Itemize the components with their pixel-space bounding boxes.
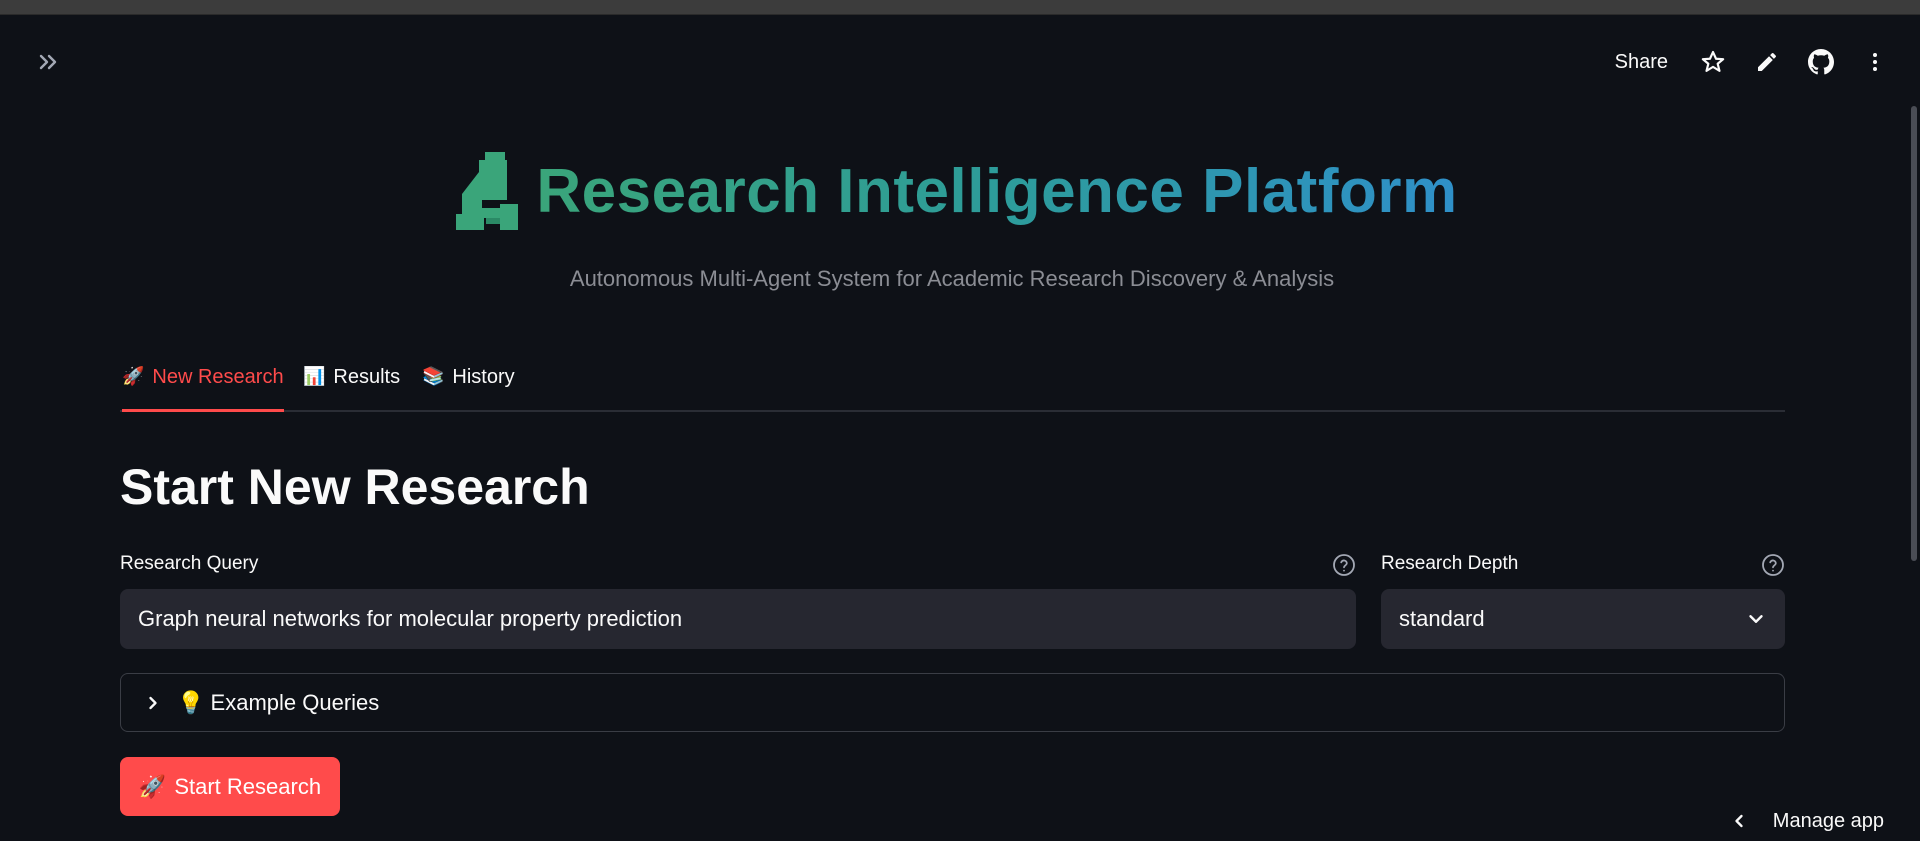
tab-new-research[interactable]: 🚀 New Research	[122, 366, 284, 412]
tab-bar: 🚀 New Research 📊 Results 📚 History	[120, 358, 1785, 412]
section-heading: Start New Research	[120, 459, 590, 515]
expander-text: Example Queries	[210, 689, 380, 715]
tab-label: Results	[333, 366, 401, 388]
start-research-button[interactable]: 🚀 Start Research	[120, 757, 340, 816]
chevron-right-icon	[149, 696, 157, 709]
tab-label: New Research	[152, 366, 284, 388]
research-query-input[interactable]	[120, 589, 1356, 649]
app-subtitle: Autonomous Multi-Agent System for Academ…	[569, 266, 1335, 291]
main-menu-button[interactable]	[1860, 47, 1890, 77]
star-icon	[1701, 50, 1725, 72]
chevron-left-icon	[1735, 814, 1743, 828]
start-research-label: Start Research	[174, 773, 322, 799]
query-label: Research Query	[120, 553, 259, 574]
research-depth-select[interactable]: standard	[1381, 589, 1785, 649]
github-button[interactable]	[1806, 47, 1836, 77]
chevrons-right-icon	[39, 54, 57, 70]
microscope-icon	[456, 152, 519, 230]
header-actions: Share	[1615, 46, 1890, 78]
lightbulb-icon: 💡	[177, 689, 205, 715]
expand-sidebar-button[interactable]	[34, 48, 62, 76]
pencil-icon	[1758, 52, 1777, 71]
depth-selected-value: standard	[1399, 606, 1485, 631]
scrollbar-thumb[interactable]	[1911, 106, 1917, 561]
example-queries-expander[interactable]: 💡 Example Queries	[120, 673, 1785, 732]
browser-top-strip	[0, 0, 1920, 15]
rocket-icon: 🚀	[122, 366, 145, 386]
manage-app-label: Manage app	[1772, 809, 1884, 832]
github-icon	[1808, 49, 1834, 75]
help-circle-icon[interactable]	[1761, 553, 1785, 577]
chevron-down-icon	[1749, 615, 1763, 623]
app-header: Share	[0, 14, 1920, 106]
tab-history[interactable]: 📚 History	[422, 366, 515, 408]
expander-label: 💡 Example Queries	[177, 690, 379, 716]
hero-title: Research Intelligence Platform	[0, 152, 1910, 230]
books-icon: 📚	[422, 366, 445, 386]
tab-label: History	[452, 366, 515, 388]
bar-chart-icon: 📊	[303, 366, 326, 386]
edit-button[interactable]	[1752, 47, 1782, 77]
help-circle-icon[interactable]	[1332, 553, 1356, 577]
share-button[interactable]: Share	[1615, 51, 1668, 74]
manage-app-button[interactable]: Manage app	[1729, 806, 1884, 836]
tab-results[interactable]: 📊 Results	[303, 366, 400, 408]
kebab-menu-icon	[1873, 53, 1877, 71]
rocket-icon: 🚀	[138, 773, 167, 799]
star-button[interactable]	[1698, 47, 1728, 77]
depth-label: Research Depth	[1381, 553, 1519, 574]
app-title: Research Intelligence Platform	[536, 156, 1458, 226]
